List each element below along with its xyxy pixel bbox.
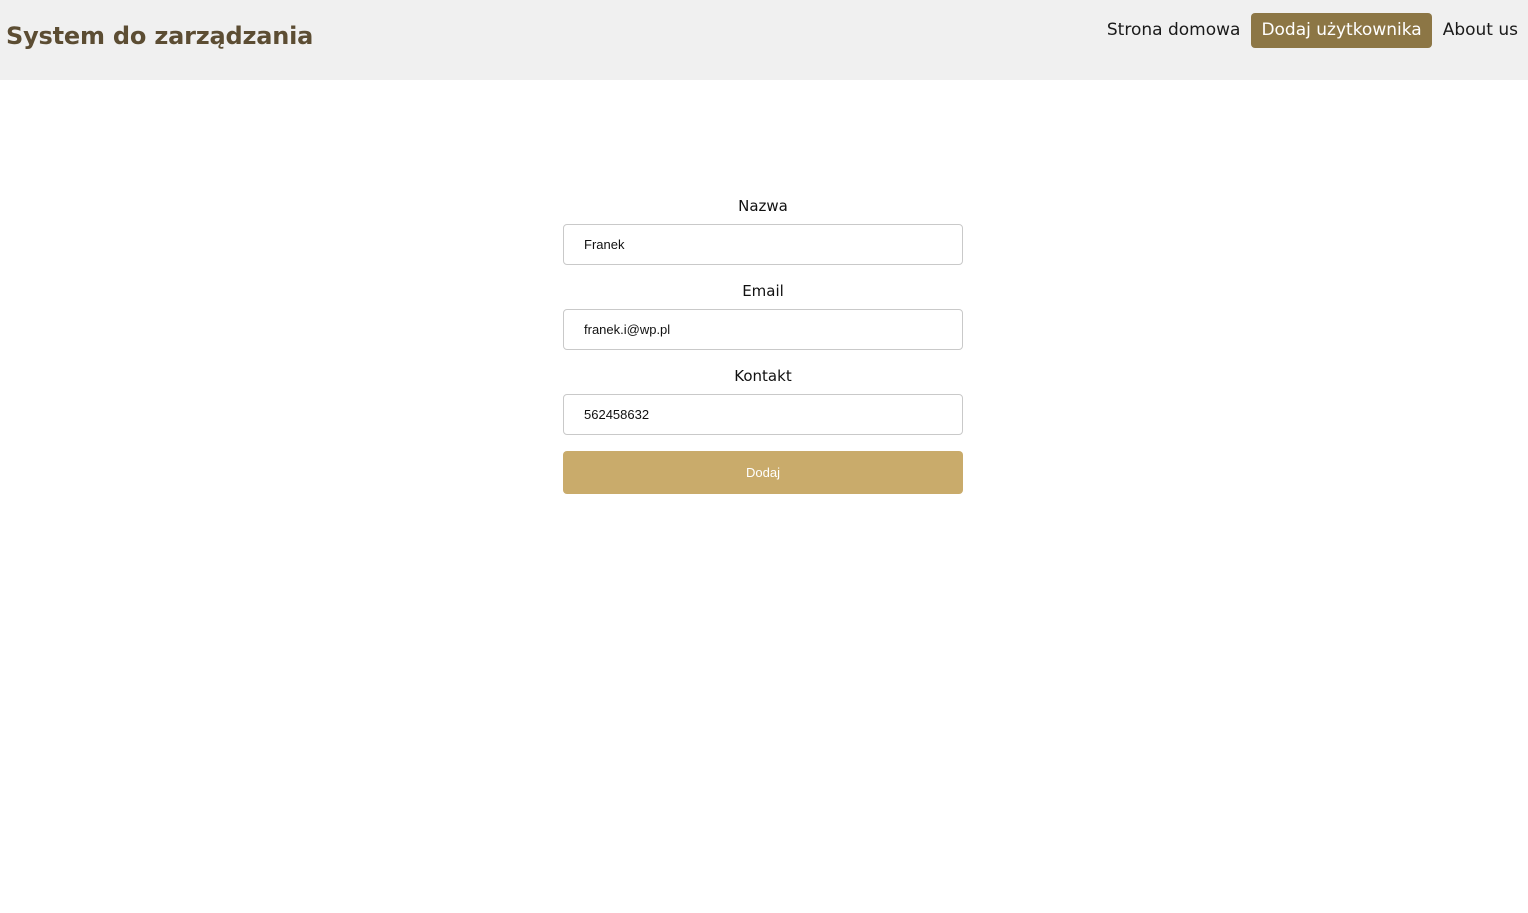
nav-item-about[interactable]: About us <box>1433 13 1528 48</box>
name-input[interactable] <box>563 224 963 265</box>
nav-item-add-user[interactable]: Dodaj użytkownika <box>1251 13 1432 48</box>
nav-item-home[interactable]: Strona domowa <box>1097 13 1251 48</box>
contact-label: Kontakt <box>734 367 792 385</box>
name-label: Nazwa <box>738 197 788 215</box>
add-button[interactable]: Dodaj <box>563 451 963 494</box>
contact-input[interactable] <box>563 394 963 435</box>
email-label: Email <box>742 282 784 300</box>
main-nav: Strona domowa Dodaj użytkownika About us <box>1097 13 1528 48</box>
add-user-form: Nazwa Email Kontakt Dodaj <box>563 196 963 494</box>
email-input[interactable] <box>563 309 963 350</box>
top-header: System do zarządzania Strona domowa Doda… <box>0 0 1528 80</box>
brand-title: System do zarządzania <box>6 22 314 50</box>
